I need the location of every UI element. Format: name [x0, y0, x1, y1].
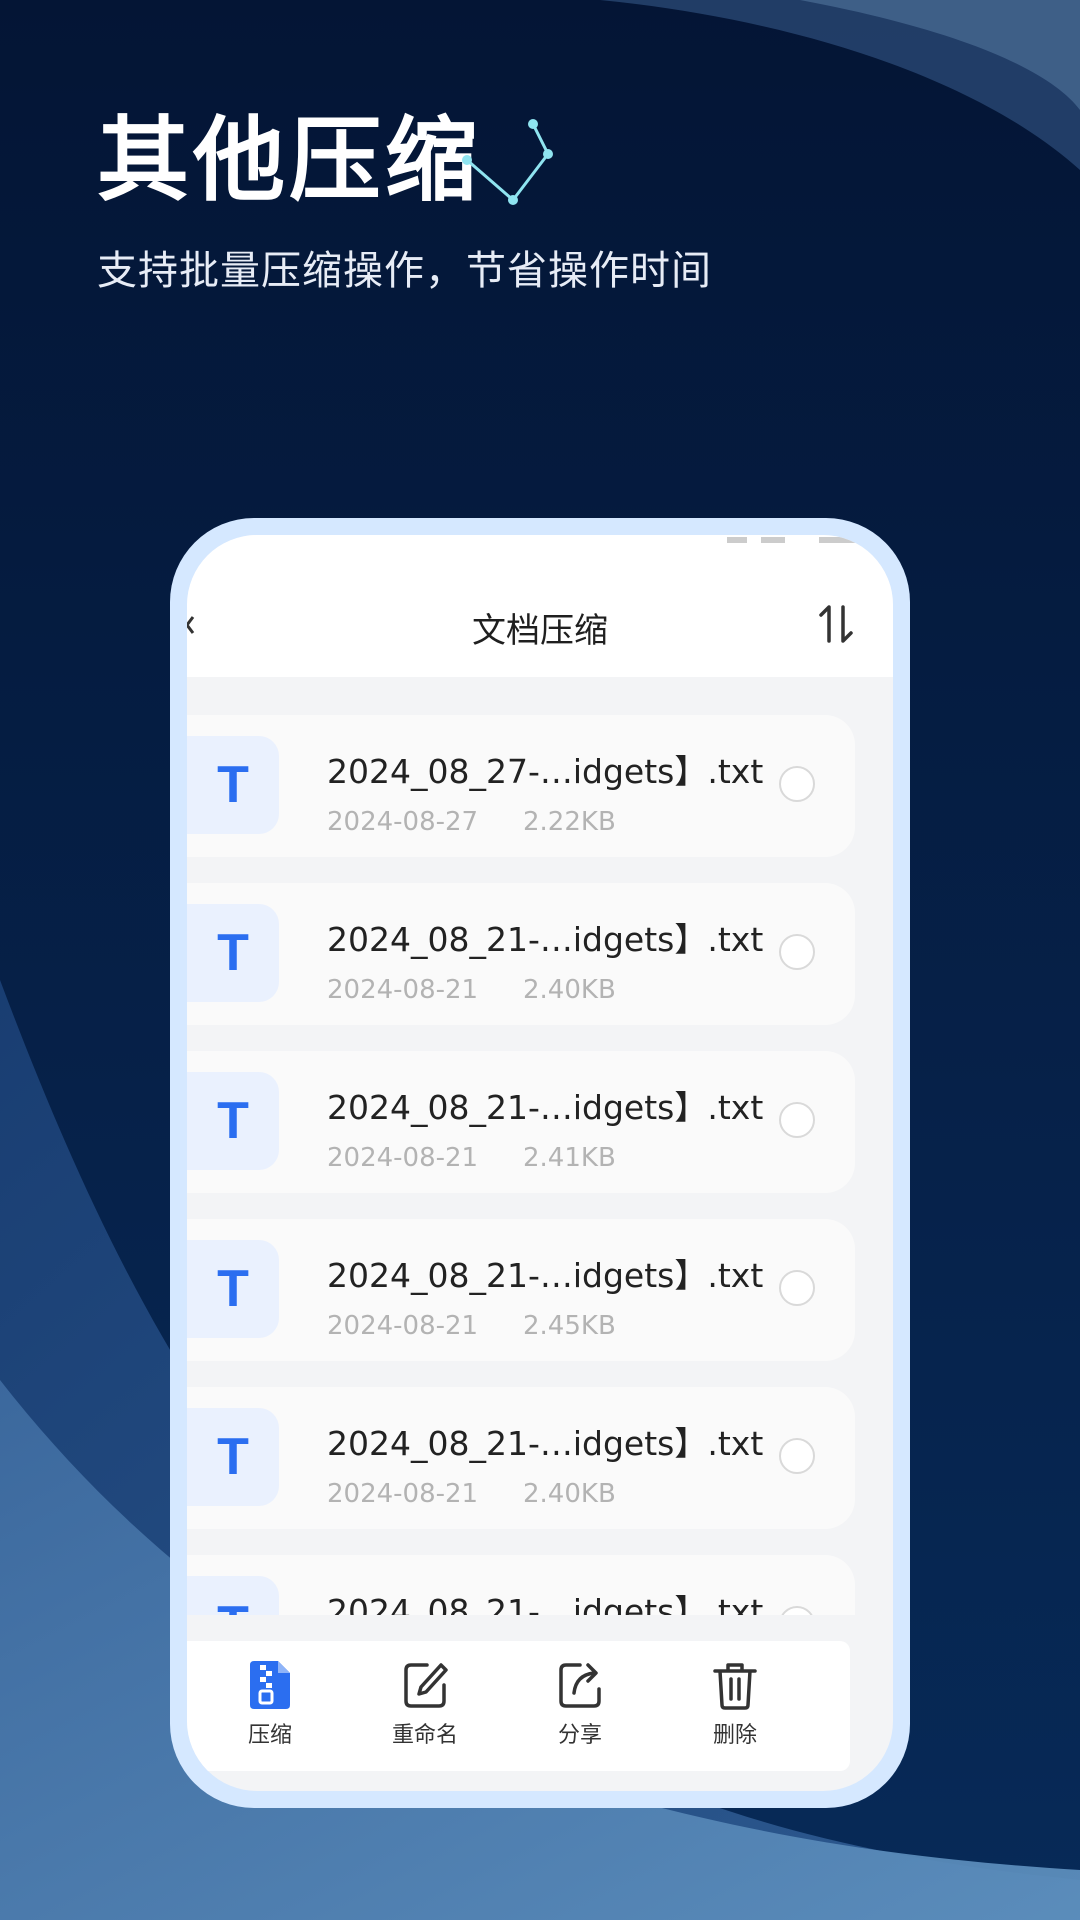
file-date: 2024-08-21 [327, 1143, 479, 1173]
text-file-icon: T [187, 1240, 279, 1338]
file-date: 2024-08-21 [327, 975, 479, 1005]
select-radio[interactable] [779, 1438, 815, 1474]
trash-icon [713, 1663, 757, 1710]
text-file-icon: T [187, 1408, 279, 1506]
compress-button[interactable]: 压缩 [210, 1659, 330, 1759]
delete-label: 删除 [712, 1723, 757, 1748]
file-item[interactable]: T 2024_08_21-…idgets】.txt 2024-08-21 2.4… [187, 883, 855, 1025]
screen-title: 文档压缩 [472, 611, 608, 651]
file-name: 2024_08_21-…idgets】.txt [327, 1256, 764, 1295]
text-file-icon: T [187, 1072, 279, 1170]
share-icon [559, 1663, 601, 1708]
rename-button[interactable]: 重命名 [365, 1659, 485, 1759]
file-date: 2024-08-27 [327, 807, 479, 837]
text-file-icon: T [187, 736, 279, 834]
file-size: 2.22KB [523, 807, 616, 837]
compress-label: 压缩 [247, 1723, 292, 1748]
text-file-icon: T [187, 904, 279, 1002]
file-date: 2024-08-21 [327, 1479, 479, 1509]
file-item[interactable]: T 2024_08_21-…idgets】.txt 2024-08-21 2.4… [187, 1387, 855, 1529]
file-item[interactable]: T 2024_08_27-…idgets】.txt 2024-08-27 2.2… [187, 715, 855, 857]
file-name: 2024_08_27-…idgets】.txt [327, 752, 764, 791]
text-file-icon: T [187, 1576, 279, 1615]
file-size: 2.41KB [523, 1143, 616, 1173]
file-name: 2024_08_21-…idgets】.txt [327, 920, 764, 959]
phone-frame: 文档压缩 T 2024_08_27-…idgets】.txt 2024-08-2… [170, 518, 910, 1808]
share-button[interactable]: 分享 [520, 1659, 640, 1759]
file-name: 2024_08_21-…idgets】.txt [327, 1592, 764, 1615]
select-radio[interactable] [779, 1102, 815, 1138]
file-size: 2.45KB [523, 1311, 616, 1341]
subheadline: 支持批量压缩操作，节省操作时间 [97, 248, 712, 294]
file-date: 2024-08-21 [327, 1311, 479, 1341]
rename-label: 重命名 [391, 1723, 458, 1748]
file-name: 2024_08_21-…idgets】.txt [327, 1424, 764, 1463]
file-name: 2024_08_21-…idgets】.txt [327, 1088, 764, 1127]
edit-icon [404, 1663, 448, 1708]
headline: 其他压缩 [97, 107, 482, 214]
app-header: 文档压缩 [187, 535, 893, 677]
zip-file-icon [250, 1661, 290, 1709]
file-size: 2.40KB [523, 975, 616, 1005]
file-list: T 2024_08_27-…idgets】.txt 2024-08-27 2.2… [187, 715, 893, 1615]
select-radio[interactable] [779, 1606, 815, 1615]
file-item[interactable]: T 2024_08_21-…idgets】.txt 2024-08-21 [187, 1555, 855, 1615]
status-bar-icons [727, 537, 855, 543]
select-radio[interactable] [779, 766, 815, 802]
file-item[interactable]: T 2024_08_21-…idgets】.txt 2024-08-21 2.4… [187, 1051, 855, 1193]
constellation-icon [462, 119, 553, 205]
file-item[interactable]: T 2024_08_21-…idgets】.txt 2024-08-21 2.4… [187, 1219, 855, 1361]
bottom-action-bar: 压缩 重命名 分享 删除 [187, 1641, 850, 1771]
file-size: 2.40KB [523, 1479, 616, 1509]
delete-button[interactable]: 删除 [675, 1659, 795, 1759]
share-label: 分享 [557, 1723, 602, 1748]
select-radio[interactable] [779, 1270, 815, 1306]
sort-icon[interactable] [815, 601, 859, 645]
phone-screen: 文档压缩 T 2024_08_27-…idgets】.txt 2024-08-2… [187, 535, 893, 1791]
select-radio[interactable] [779, 934, 815, 970]
